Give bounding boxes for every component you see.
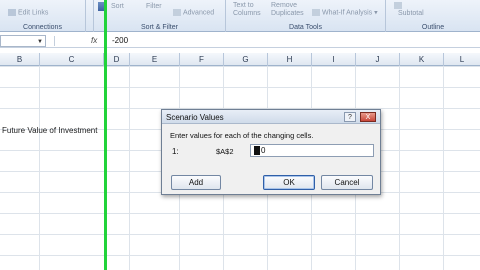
column-header-j[interactable]: J [356, 53, 400, 66]
column-headers: B C D E F G H I J K L [0, 53, 480, 66]
gridline [399, 66, 400, 270]
group-label-outline: Outline [421, 24, 445, 31]
column-header-l[interactable]: L [444, 53, 480, 66]
column-header-e[interactable]: E [130, 53, 180, 66]
dialog-title-bar[interactable]: Scenario Values ? X [162, 110, 380, 124]
text-to-columns-button[interactable]: Text to Columns [233, 2, 271, 18]
filter-button[interactable]: Filter [146, 3, 162, 11]
dialog-title: Scenario Values [166, 113, 224, 122]
column-header-d[interactable]: D [104, 53, 130, 66]
changing-cell-reference: $A$2 [216, 147, 234, 156]
add-button[interactable]: Add [171, 175, 221, 190]
name-box[interactable]: ▼ [0, 35, 46, 47]
group-label-sort-filter: Sort & Filter [141, 24, 178, 31]
help-button[interactable]: ? [344, 112, 356, 122]
group-label-connections: Connections [23, 24, 62, 31]
column-header-k[interactable]: K [400, 53, 444, 66]
column-header-c[interactable]: C [40, 53, 104, 66]
name-box-dropdown-icon[interactable]: ▼ [37, 39, 43, 45]
close-button[interactable]: X [360, 112, 376, 122]
column-header-b[interactable]: B [0, 53, 40, 66]
what-if-analysis-button[interactable]: What-If Analysis ▾ [312, 9, 378, 17]
column-header-g[interactable]: G [224, 53, 268, 66]
formula-input[interactable]: -200 [112, 36, 128, 45]
formula-bar-separator [54, 36, 55, 46]
dropdown-arrow-icon: ▾ [372, 9, 378, 17]
what-if-icon [312, 9, 320, 16]
gridline [443, 66, 444, 270]
advanced-filter-icon [173, 9, 181, 16]
green-marker-line [104, 0, 107, 270]
changing-cell-number: 1: [172, 147, 179, 156]
ok-button[interactable]: OK [263, 175, 315, 190]
scenario-values-dialog: Scenario Values ? X Enter values for eac… [161, 109, 381, 195]
group-label-data-tools: Data Tools [289, 24, 322, 31]
column-header-h[interactable]: H [268, 53, 312, 66]
insert-function-button[interactable]: fx [91, 36, 97, 45]
formula-bar: ▼ fx -200 [0, 34, 480, 48]
cell-label-future-value[interactable]: Future Value of Investment [2, 126, 97, 135]
remove-duplicates-button[interactable]: Remove Duplicates [271, 2, 311, 18]
ribbon-separator [86, 0, 94, 32]
column-header-f[interactable]: F [180, 53, 224, 66]
text-cursor [254, 146, 260, 156]
advanced-button[interactable]: Advanced [173, 9, 214, 17]
cancel-button[interactable]: Cancel [321, 175, 373, 190]
edit-links-button[interactable]: Edit Links [8, 9, 48, 17]
gridline [129, 66, 130, 270]
ribbon-group-data-tools: Text to Columns Remove Duplicates What-I… [226, 0, 386, 32]
subtotal-button[interactable]: Subtotal [398, 10, 424, 18]
ribbon-group-connections: Edit Links Connections [0, 0, 86, 32]
dialog-instruction: Enter values for each of the changing ce… [170, 131, 314, 140]
ribbon: Edit Links Connections Sort Filter Advan… [0, 0, 480, 32]
gridline [39, 66, 40, 270]
sort-button[interactable]: Sort [111, 3, 124, 11]
scenario-value-input[interactable]: 0 [250, 144, 374, 157]
ribbon-group-outline: Subtotal Outline [386, 0, 480, 32]
column-header-i[interactable]: I [312, 53, 356, 66]
edit-links-icon [8, 9, 16, 16]
ribbon-group-sort-filter: Sort Filter Advanced Sort & Filter [94, 0, 226, 32]
